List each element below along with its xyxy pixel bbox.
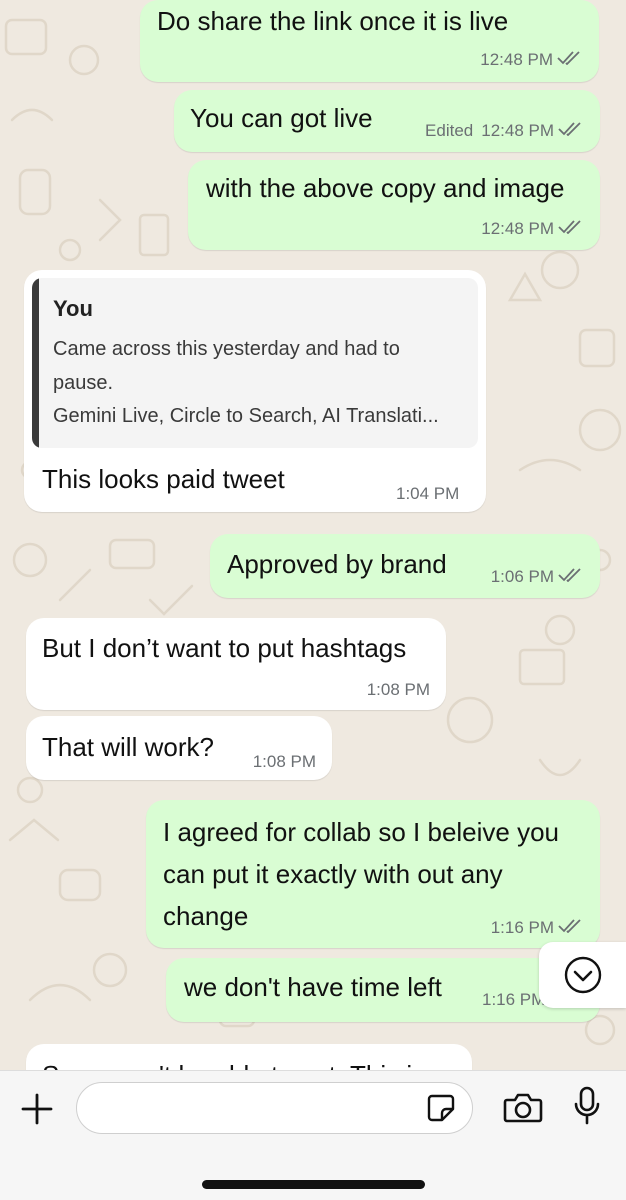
double-check-icon xyxy=(557,50,583,70)
quote-accent-bar xyxy=(32,278,39,448)
message-time: 12:48 PM xyxy=(481,121,554,140)
message-bubble-incoming[interactable]: That will work? 1:08 PM xyxy=(26,716,332,780)
message-time: 1:16 PM xyxy=(482,990,546,1009)
message-meta: Edited 12:48 PM xyxy=(425,121,584,141)
message-text: You can got live xyxy=(190,103,373,133)
quote-line: pause. xyxy=(53,372,114,394)
message-time: 12:48 PM xyxy=(481,219,554,238)
message-bubble-outgoing[interactable]: we don't have time left 1:16 PM xyxy=(166,958,600,1022)
sticker-icon[interactable] xyxy=(426,1093,456,1123)
camera-icon[interactable] xyxy=(503,1091,543,1125)
message-input-bar xyxy=(0,1070,626,1200)
quote-author: You xyxy=(53,296,93,321)
quote-line: Gemini Live, Circle to Search, AI Transl… xyxy=(53,405,439,427)
message-time: 1:06 PM xyxy=(490,567,554,586)
quote-line: Came across this yesterday and had to xyxy=(53,338,400,360)
chevron-down-circle-icon xyxy=(564,956,602,994)
home-indicator xyxy=(202,1180,425,1189)
double-check-icon xyxy=(558,121,584,141)
scroll-to-bottom-button[interactable] xyxy=(539,942,626,1008)
message-text: we don't have time left xyxy=(184,972,442,1002)
message-bubble-incoming[interactable]: But I don’t want to put hashtags 1:08 PM xyxy=(26,618,446,710)
message-meta: 12:48 PM xyxy=(480,50,583,70)
edited-label: Edited xyxy=(425,121,474,140)
double-check-icon xyxy=(558,918,584,938)
message-bubble-outgoing[interactable]: with the above copy and image 12:48 PM xyxy=(188,160,600,250)
message-text: with the above copy and image xyxy=(206,173,565,203)
message-text: can put it exactly with out any xyxy=(163,859,503,889)
message-text: change xyxy=(163,901,249,931)
message-text: I agreed for collab so I beleive you xyxy=(163,817,560,847)
quoted-message[interactable]: You Came across this yesterday and had t… xyxy=(32,278,478,448)
message-text: Sorry won't be able to put. This is xyxy=(42,1054,425,1070)
double-check-icon xyxy=(558,219,584,239)
message-time: 1:08 PM xyxy=(366,680,430,699)
message-meta: 1:06 PM xyxy=(491,567,584,587)
plus-icon[interactable] xyxy=(20,1092,54,1126)
chat-background[interactable]: Do share the link once it is live 12:48 … xyxy=(0,0,626,1070)
message-time: 1:16 PM xyxy=(490,918,554,937)
message-text: Do share the link once it is live xyxy=(157,6,509,36)
message-time: 1:04 PM xyxy=(396,484,460,503)
message-meta: 12:48 PM xyxy=(481,219,584,239)
message-bubble-outgoing[interactable]: You can got live Edited 12:48 PM xyxy=(174,90,600,152)
message-time: 1:08 PM xyxy=(252,752,316,771)
message-text: But I don’t want to put hashtags xyxy=(42,633,407,663)
message-bubble-incoming[interactable]: Sorry won't be able to put. This is xyxy=(26,1044,472,1070)
message-time: 12:48 PM xyxy=(480,50,553,69)
message-text: That will work? xyxy=(42,732,214,762)
message-bubble-outgoing[interactable]: I agreed for collab so I beleive you can… xyxy=(146,800,600,948)
message-bubble-outgoing[interactable]: Do share the link once it is live 12:48 … xyxy=(140,0,599,82)
message-input[interactable] xyxy=(76,1082,473,1134)
double-check-icon xyxy=(558,567,584,587)
message-meta: 1:16 PM xyxy=(491,918,584,938)
microphone-icon[interactable] xyxy=(573,1086,601,1126)
message-text: This looks paid tweet xyxy=(42,464,285,494)
message-bubble-outgoing[interactable]: Approved by brand 1:06 PM xyxy=(210,534,600,598)
message-text: Approved by brand xyxy=(227,549,447,579)
